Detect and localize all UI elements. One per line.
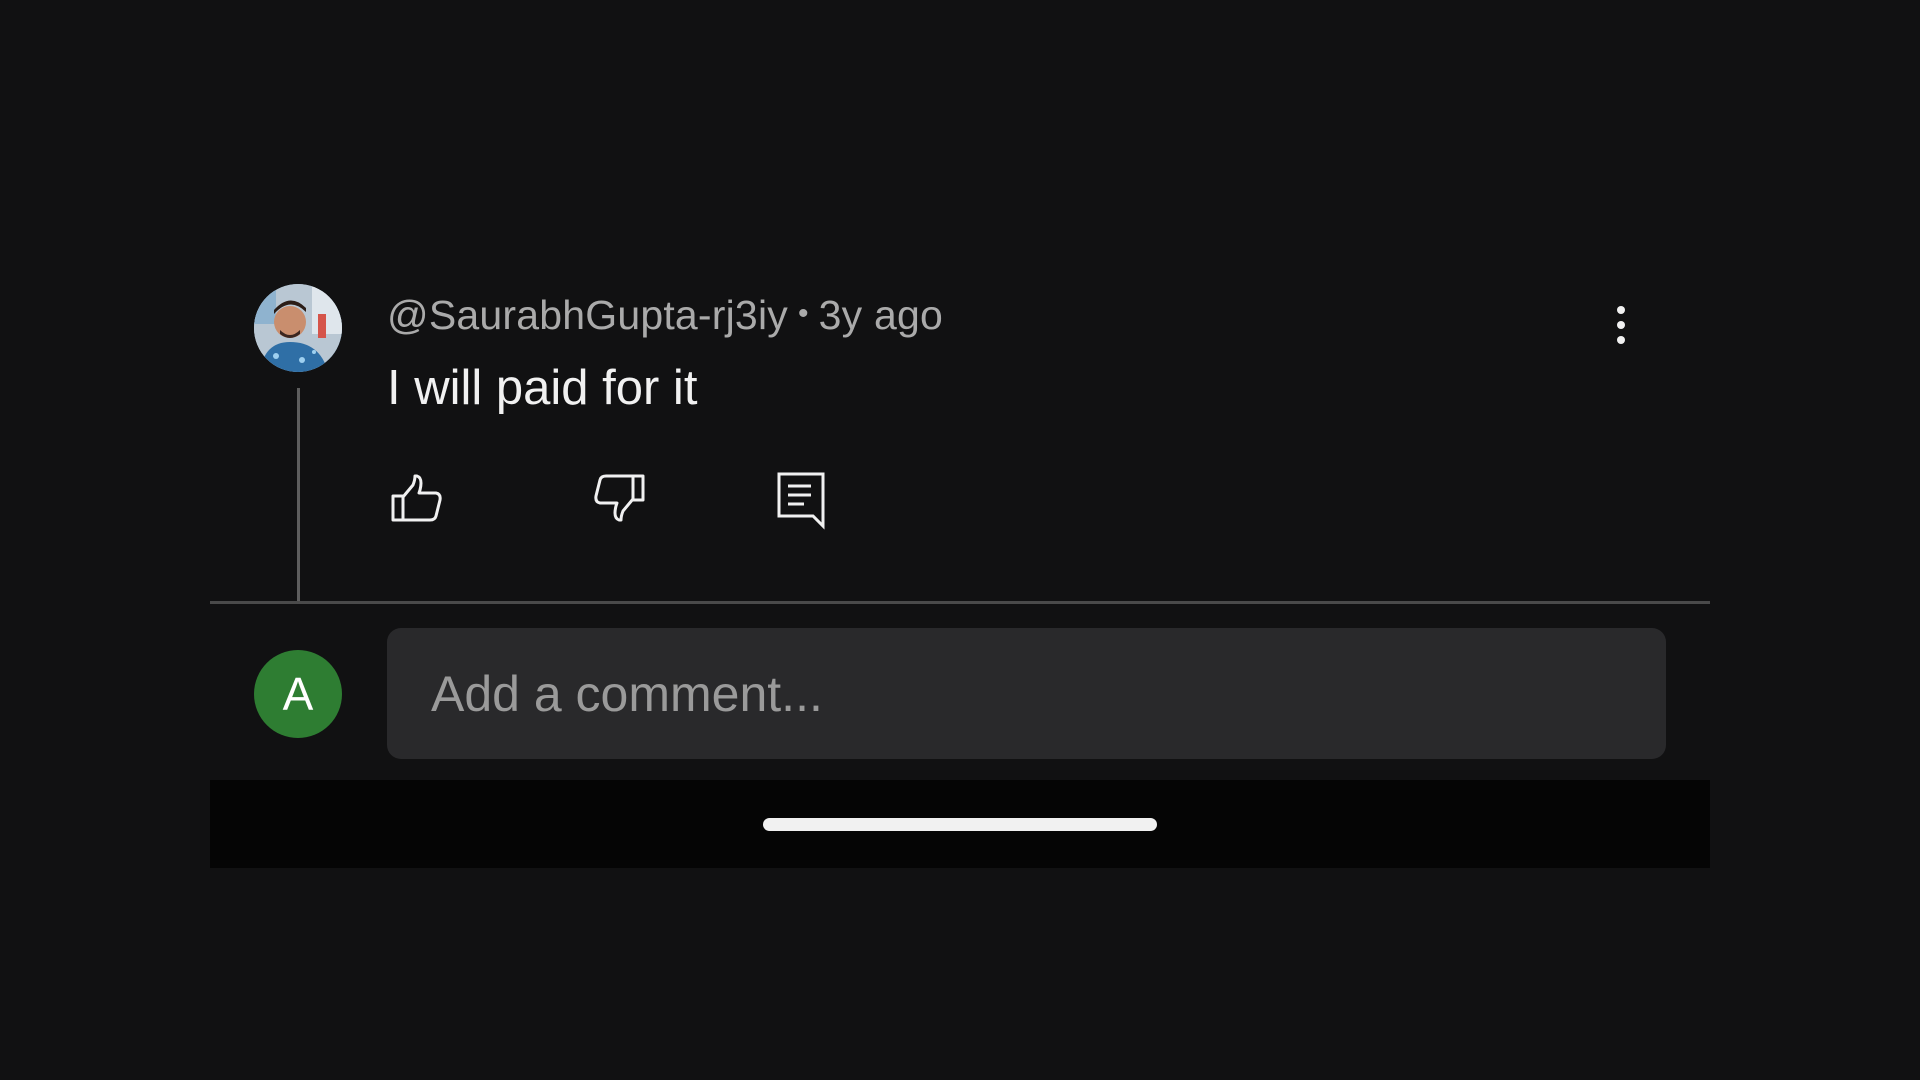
more-vertical-icon-dot xyxy=(1617,306,1625,314)
more-vertical-icon-dot xyxy=(1617,336,1625,344)
user-avatar[interactable]: A xyxy=(254,650,342,738)
dislike-button[interactable] xyxy=(589,470,649,530)
like-button[interactable] xyxy=(387,470,447,530)
comments-panel: @SaurabhGupta-rj3iy • 3y ago I will paid f… xyxy=(0,0,1920,1080)
system-navigation-bar xyxy=(210,780,1710,868)
comment-text: I will paid for it xyxy=(387,361,698,415)
comment-composer: A xyxy=(210,604,1710,780)
more-options-button[interactable] xyxy=(1606,300,1636,350)
meta-separator: • xyxy=(797,297,809,330)
home-indicator[interactable] xyxy=(763,818,1157,831)
comment-author[interactable]: @SaurabhGupta-rj3iy xyxy=(387,292,788,338)
thumbs-down-icon xyxy=(594,474,645,522)
commenter-avatar[interactable] xyxy=(254,284,342,372)
thread-line xyxy=(297,388,300,602)
comment-meta: @SaurabhGupta-rj3iy • 3y ago xyxy=(387,292,943,339)
add-comment-input[interactable] xyxy=(387,628,1666,759)
comment-item: @SaurabhGupta-rj3iy • 3y ago I will paid f… xyxy=(210,270,1710,604)
thumbs-up-icon xyxy=(391,474,442,522)
reply-comment-icon xyxy=(777,472,825,530)
person-photo-icon xyxy=(254,284,342,372)
more-vertical-icon-dot xyxy=(1617,321,1625,329)
comment-time: 3y ago xyxy=(818,292,943,338)
reply-button[interactable] xyxy=(771,470,831,530)
